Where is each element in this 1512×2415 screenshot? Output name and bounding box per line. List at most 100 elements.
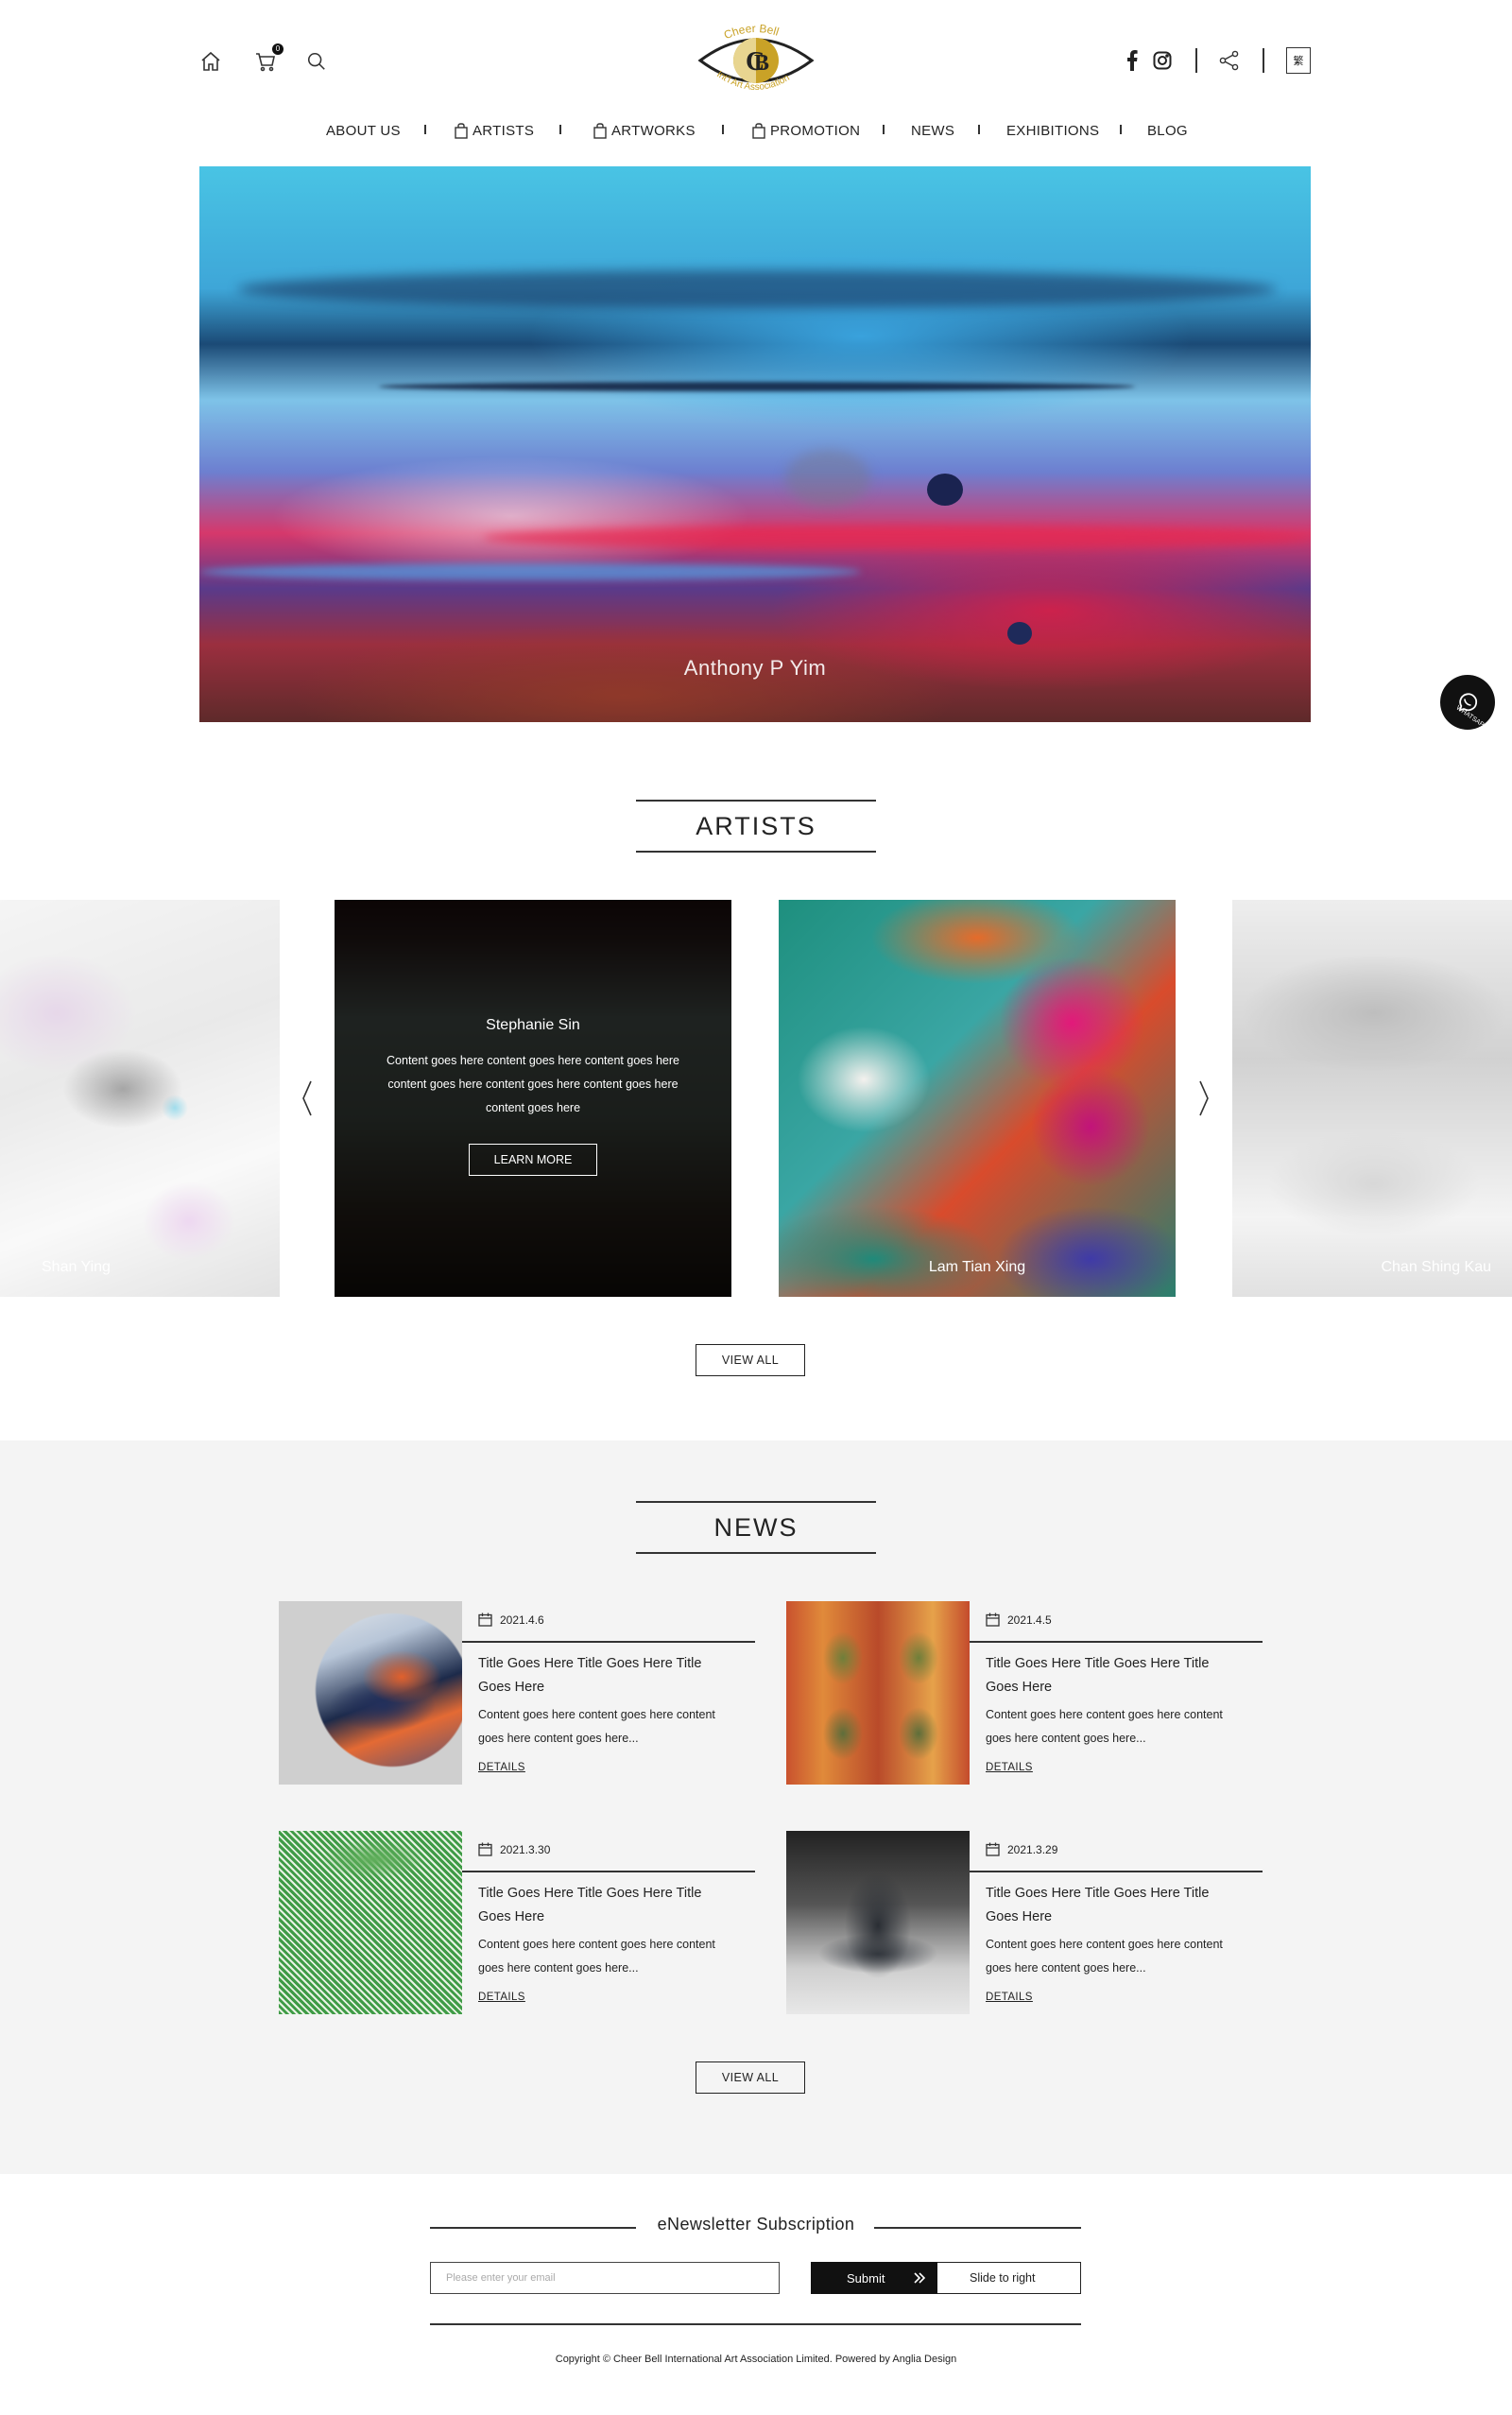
nav-label: ARTISTS bbox=[472, 122, 535, 139]
hero-caption: Anthony P Yim bbox=[683, 656, 827, 680]
nav-blog[interactable]: BLOG bbox=[1147, 119, 1188, 142]
news-date-text: 2021.3.29 bbox=[1007, 1842, 1058, 1856]
nav-label: BLOG bbox=[1147, 122, 1188, 139]
nav-separator bbox=[559, 125, 561, 134]
title-rule-top bbox=[636, 1501, 876, 1503]
news-date: 2021.3.30 bbox=[478, 1842, 550, 1856]
artist-name: Stephanie Sin bbox=[486, 1017, 580, 1033]
nav-label: NEWS bbox=[911, 122, 955, 139]
nav-exhibitions[interactable]: EXHIBITIONS bbox=[1006, 119, 1099, 142]
newsletter-title: eNewsletter Subscription bbox=[657, 2215, 855, 2234]
news-details-link[interactable]: DETAILS bbox=[986, 1992, 1033, 2003]
double-chevron-right-icon bbox=[914, 2272, 926, 2284]
news-divider bbox=[970, 1641, 1263, 1643]
calendar-icon bbox=[986, 1613, 1000, 1627]
cart-count-badge: 0 bbox=[272, 43, 284, 55]
calendar-icon bbox=[986, 1842, 1000, 1856]
hero-painting-texture bbox=[237, 270, 1277, 308]
news-details-link[interactable]: DETAILS bbox=[478, 1762, 525, 1773]
news-item[interactable]: 2021.4.5 Title Goes Here Title Goes Here… bbox=[786, 1601, 1263, 1785]
newsletter-rule-left bbox=[430, 2227, 636, 2229]
slide-to-right-track[interactable]: Slide to right bbox=[937, 2262, 1081, 2294]
artist-card[interactable]: Chan Shing Kau bbox=[1232, 900, 1512, 1297]
newsletter-rule-right bbox=[874, 2227, 1081, 2229]
hero-banner[interactable]: Anthony P Yim bbox=[199, 166, 1311, 722]
artist-card[interactable]: Lam Tian Xing bbox=[779, 900, 1176, 1297]
news-details-link[interactable]: DETAILS bbox=[986, 1762, 1033, 1773]
hero-painting-texture bbox=[483, 526, 1311, 550]
news-thumbnail[interactable] bbox=[279, 1601, 462, 1785]
site-logo[interactable]: Cheer Bell C B Int'l Art Association bbox=[695, 13, 817, 104]
artist-name: Chan Shing Kau bbox=[1381, 1259, 1491, 1275]
nav-promotion[interactable]: PROMOTION bbox=[752, 119, 860, 142]
copyright-text: Copyright © Cheer Bell International Art… bbox=[555, 2354, 957, 2365]
nav-label: PROMOTION bbox=[770, 122, 861, 139]
artist-name: Lam Tian Xing bbox=[928, 1259, 1026, 1275]
news-title[interactable]: Title Goes Here Title Goes Here Title Go… bbox=[986, 1882, 1246, 1929]
news-view-all-button[interactable]: VIEW ALL bbox=[696, 2061, 805, 2094]
calendar-icon bbox=[478, 1842, 492, 1856]
cart-icon[interactable]: 0 bbox=[253, 43, 284, 74]
carousel-prev-arrow-icon[interactable] bbox=[300, 1079, 315, 1117]
hero-painting-texture bbox=[1007, 622, 1032, 645]
svg-text:B: B bbox=[754, 51, 769, 76]
news-date-text: 2021.3.30 bbox=[500, 1842, 551, 1856]
news-thumbnail[interactable] bbox=[786, 1831, 970, 2014]
nav-separator bbox=[883, 125, 885, 134]
news-title[interactable]: Title Goes Here Title Goes Here Title Go… bbox=[478, 1652, 738, 1699]
nav-artists[interactable]: ARTISTS bbox=[455, 119, 534, 142]
nav-separator bbox=[722, 125, 724, 134]
instagram-icon[interactable] bbox=[1151, 49, 1174, 72]
section-heading: ARTISTS bbox=[696, 812, 816, 840]
news-item[interactable]: 2021.3.30 Title Goes Here Title Goes Her… bbox=[279, 1831, 755, 2014]
news-item[interactable]: 2021.3.29 Title Goes Here Title Goes Her… bbox=[786, 1831, 1263, 2014]
news-date: 2021.4.5 bbox=[986, 1613, 1052, 1627]
news-title[interactable]: Title Goes Here Title Goes Here Title Go… bbox=[986, 1652, 1246, 1699]
newsletter-submit-button[interactable]: Submit bbox=[811, 2262, 937, 2294]
header-divider bbox=[1263, 48, 1264, 73]
section-heading: NEWS bbox=[713, 1513, 799, 1542]
title-rule-bottom bbox=[636, 1552, 876, 1554]
news-divider bbox=[462, 1871, 755, 1872]
news-thumbnail[interactable] bbox=[279, 1831, 462, 2014]
nav-separator bbox=[1120, 125, 1122, 134]
artist-card-active[interactable]: Stephanie Sin Content goes here content … bbox=[335, 900, 731, 1297]
nav-about-us[interactable]: ABOUT US bbox=[326, 119, 401, 142]
facebook-icon[interactable] bbox=[1125, 49, 1140, 72]
carousel-next-arrow-icon[interactable] bbox=[1196, 1079, 1211, 1117]
news-item[interactable]: 2021.4.6 Title Goes Here Title Goes Here… bbox=[279, 1601, 755, 1785]
artist-card[interactable]: Shan Ying bbox=[0, 900, 280, 1297]
news-excerpt: Content goes here content goes here cont… bbox=[478, 1708, 715, 1745]
nav-artworks[interactable]: ARTWORKS bbox=[593, 119, 696, 142]
nav-label: ARTWORKS bbox=[611, 122, 696, 139]
title-rule-top bbox=[636, 800, 876, 802]
news-section-title: NEWS bbox=[636, 1501, 876, 1554]
news-title[interactable]: Title Goes Here Title Goes Here Title Go… bbox=[478, 1882, 738, 1929]
bag-icon bbox=[752, 122, 765, 139]
main-nav: ABOUT US ARTISTS ARTWORKS PROMOTION NEWS… bbox=[0, 119, 1512, 142]
share-icon[interactable] bbox=[1217, 49, 1242, 72]
nav-label: EXHIBITIONS bbox=[1006, 122, 1100, 139]
learn-more-button[interactable]: LEARN MORE bbox=[469, 1144, 597, 1176]
hero-painting-texture bbox=[379, 382, 1135, 391]
whatsapp-button[interactable] bbox=[1440, 675, 1495, 730]
nav-separator bbox=[978, 125, 980, 134]
header-divider bbox=[1195, 48, 1197, 73]
language-toggle-button[interactable]: 繁 bbox=[1286, 47, 1311, 74]
news-thumbnail[interactable] bbox=[786, 1601, 970, 1785]
hero-painting-texture bbox=[785, 450, 870, 507]
artists-view-all-button[interactable]: VIEW ALL bbox=[696, 1344, 805, 1376]
search-icon[interactable] bbox=[304, 49, 329, 74]
nav-news[interactable]: NEWS bbox=[911, 119, 954, 142]
nav-separator bbox=[424, 125, 426, 134]
news-divider bbox=[462, 1641, 755, 1643]
newsletter-email-input[interactable] bbox=[430, 2262, 780, 2294]
news-excerpt: Content goes here content goes here cont… bbox=[986, 1938, 1223, 1975]
news-details-link[interactable]: DETAILS bbox=[478, 1992, 525, 2003]
home-icon[interactable] bbox=[198, 49, 223, 74]
bag-icon bbox=[455, 122, 468, 139]
hero-painting-texture bbox=[927, 474, 963, 506]
bag-icon bbox=[593, 122, 607, 139]
news-date: 2021.4.6 bbox=[478, 1613, 544, 1627]
footer-divider bbox=[430, 2323, 1081, 2325]
